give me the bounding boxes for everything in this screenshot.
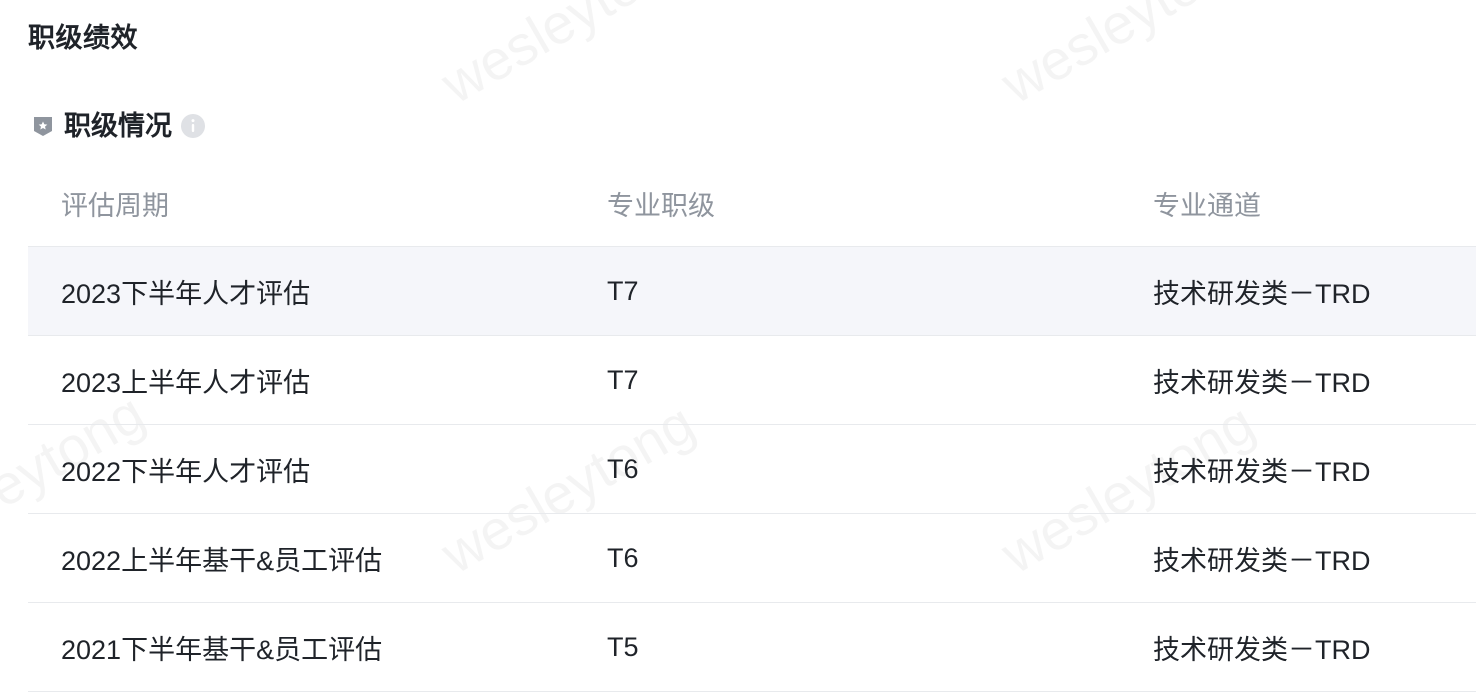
- cell-channel: 技术研发类－TRD: [1153, 278, 1371, 309]
- column-header-channel: 专业通道: [1153, 190, 1261, 221]
- column-header-rank: 专业职级: [607, 190, 715, 221]
- cell-channel: 技术研发类－TRD: [1153, 545, 1371, 576]
- cell-period: 2022下半年人才评估: [61, 456, 311, 487]
- cell-channel: 技术研发类－TRD: [1153, 634, 1371, 665]
- info-icon[interactable]: [180, 113, 206, 139]
- page-title: 职级绩效: [28, 23, 138, 53]
- shield-badge-icon: [32, 114, 54, 138]
- cell-rank: T7: [607, 275, 639, 306]
- cell-channel: 技术研发类－TRD: [1153, 456, 1371, 487]
- table-row[interactable]: 2023下半年人才评估 T7 技术研发类－TRD: [28, 247, 1476, 336]
- section-header: 职级情况: [32, 106, 206, 146]
- table-row[interactable]: 2022下半年人才评估 T6 技术研发类－TRD: [28, 425, 1476, 514]
- cell-rank: T6: [607, 542, 639, 573]
- cell-rank: T5: [607, 631, 639, 662]
- table-row[interactable]: 2022上半年基干&员工评估 T6 技术研发类－TRD: [28, 514, 1476, 603]
- table-row[interactable]: 2021下半年基干&员工评估 T5 技术研发类－TRD: [28, 603, 1476, 692]
- column-header-period: 评估周期: [61, 190, 169, 221]
- cell-period: 2022上半年基干&员工评估: [61, 545, 383, 576]
- watermark: wesleytong: [990, 0, 1265, 116]
- cell-period: 2023下半年人才评估: [61, 278, 311, 309]
- watermark: wesleytong: [430, 0, 705, 116]
- cell-period: 2023上半年人才评估: [61, 367, 311, 398]
- table-row[interactable]: 2023上半年人才评估 T7 技术研发类－TRD: [28, 336, 1476, 425]
- cell-channel: 技术研发类－TRD: [1153, 367, 1371, 398]
- section-title: 职级情况: [64, 111, 172, 141]
- table-header: 评估周期 专业职级 专业通道: [28, 160, 1476, 247]
- cell-period: 2021下半年基干&员工评估: [61, 634, 383, 665]
- cell-rank: T6: [607, 453, 639, 484]
- rank-table: 评估周期 专业职级 专业通道 2023下半年人才评估 T7 技术研发类－TRD …: [28, 160, 1476, 692]
- cell-rank: T7: [607, 364, 639, 395]
